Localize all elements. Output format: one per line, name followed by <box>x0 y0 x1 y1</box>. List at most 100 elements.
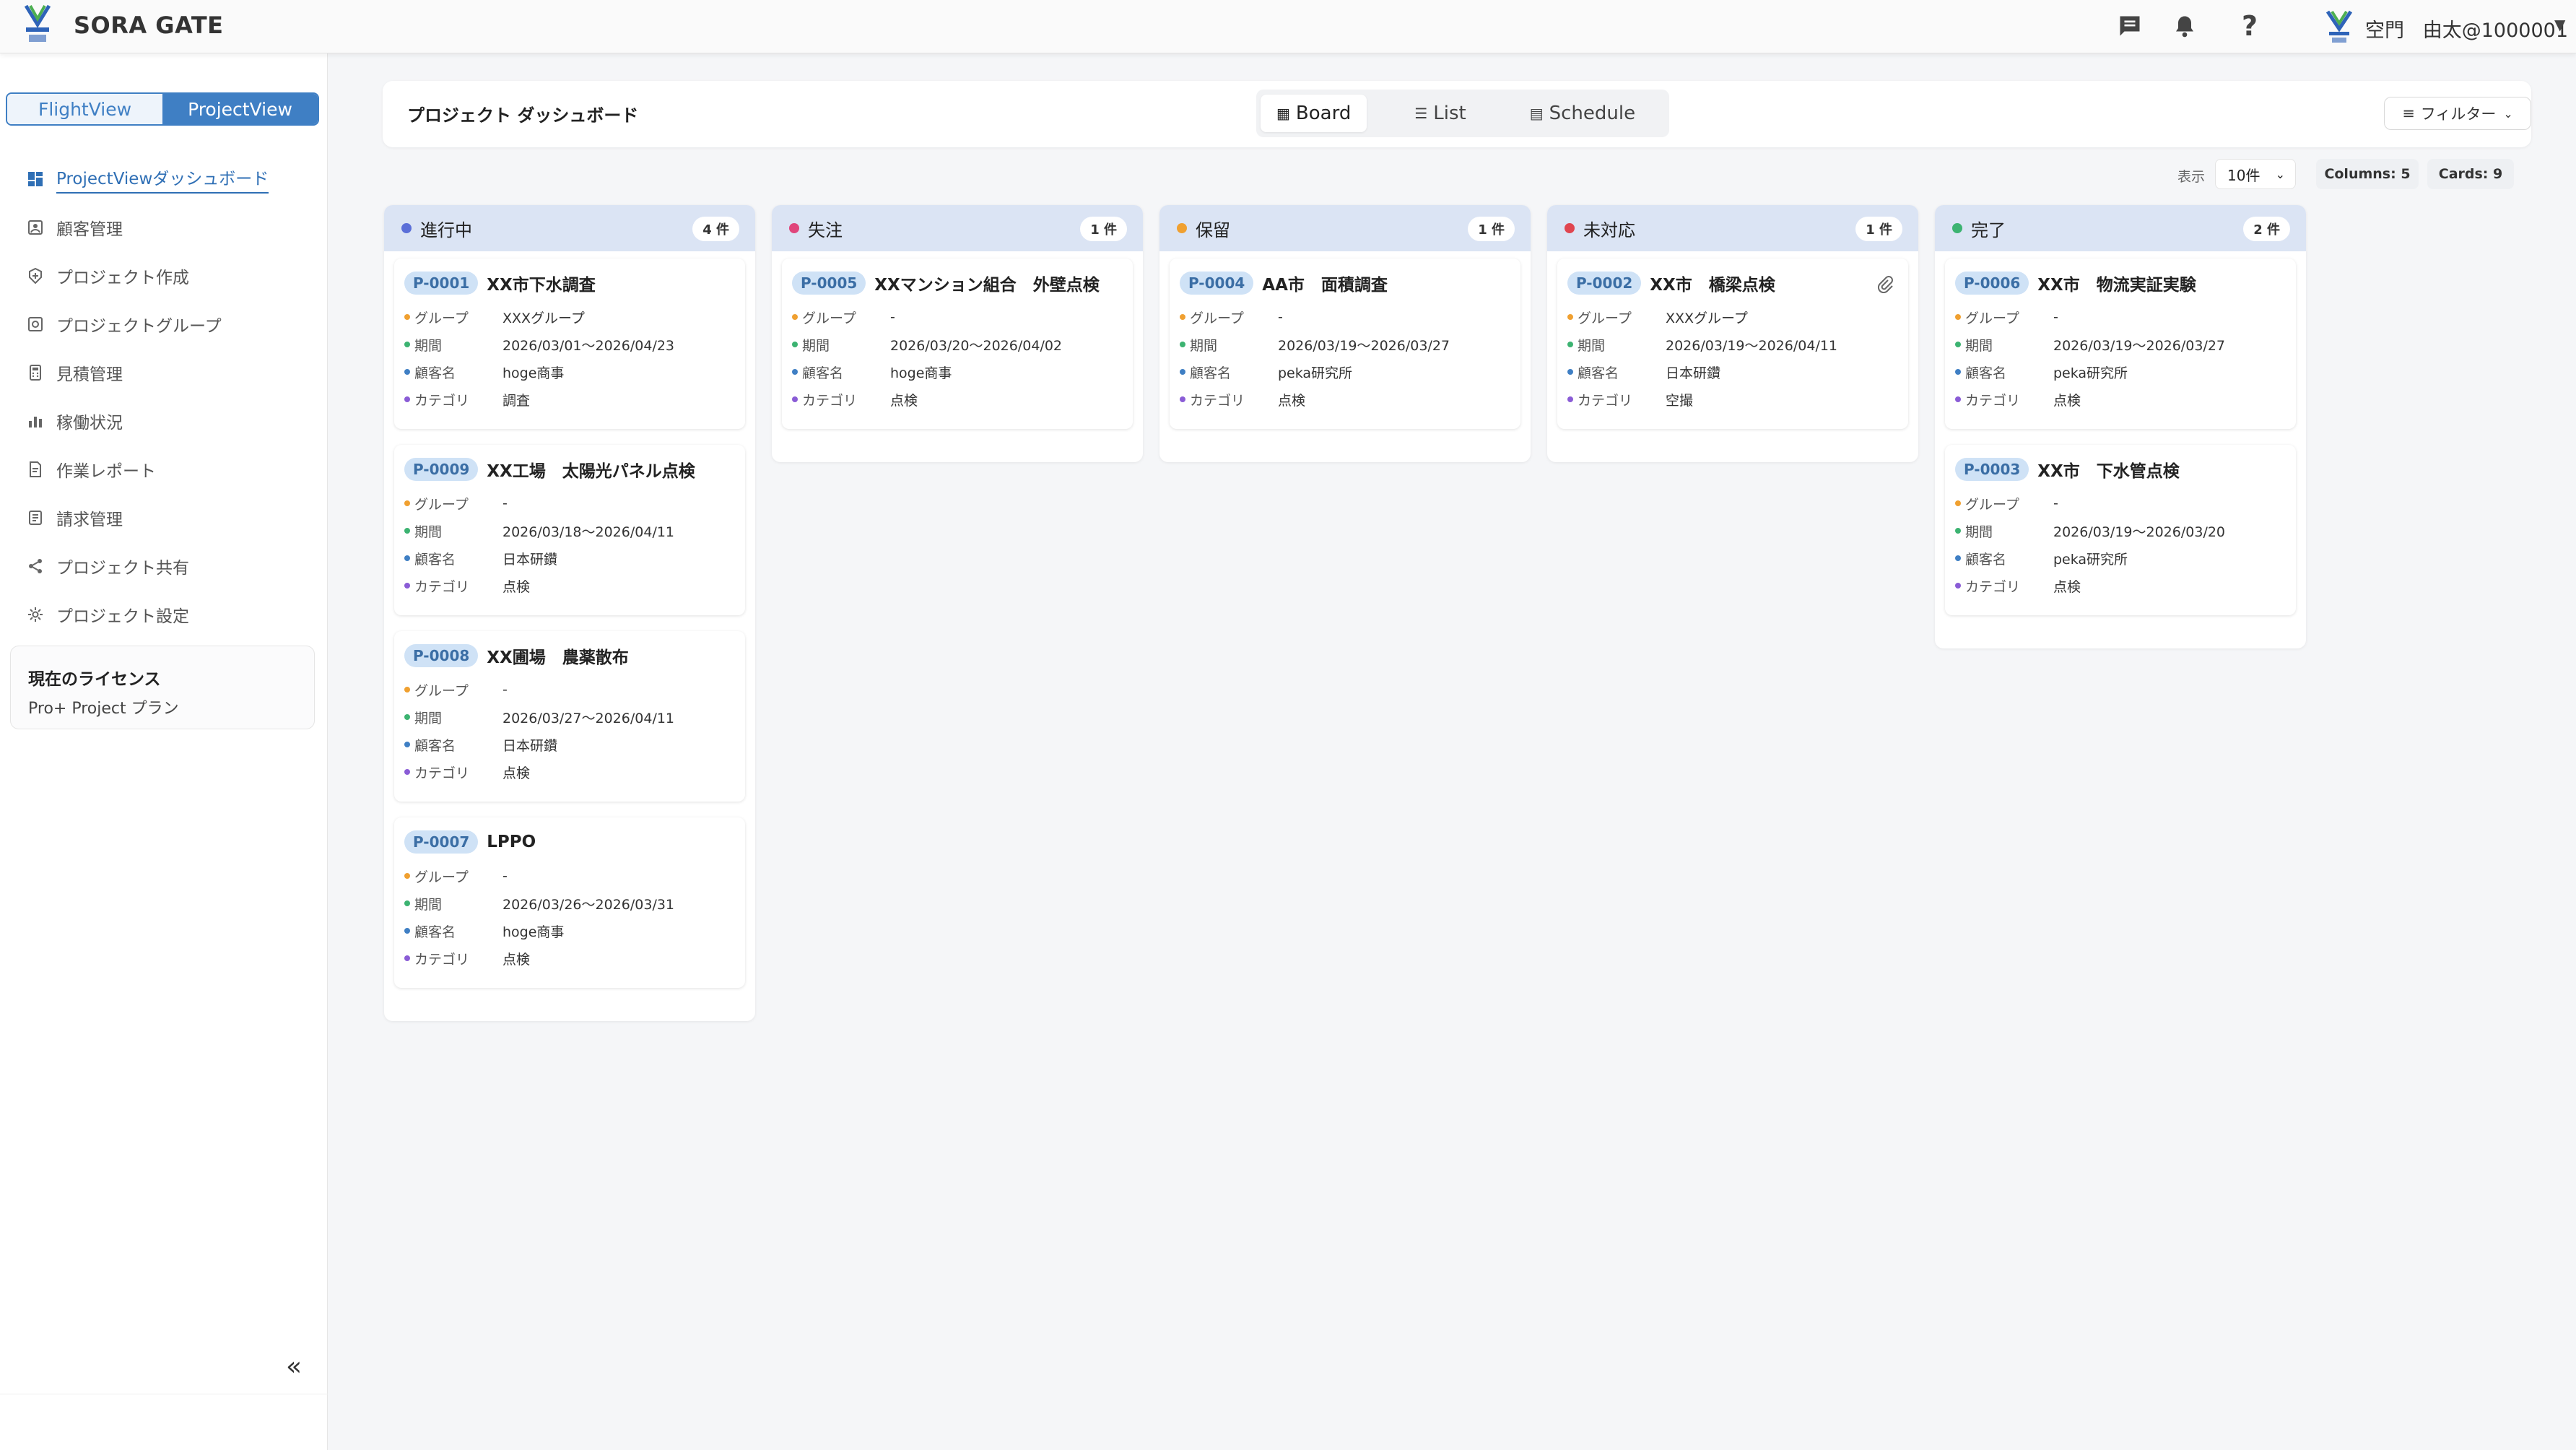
board-column: 未対応 1 件 P-0002 XX市 橋梁点検 グループ XXXグループ 期間 2026/03… <box>1547 205 1918 462</box>
attachment-icon[interactable] <box>1876 276 1894 293</box>
sidebar-item-share[interactable]: プロジェクト共有 <box>26 542 315 590</box>
projectview-toggle[interactable]: ProjectView <box>162 94 318 124</box>
field-value: 日本研鑽 <box>502 551 558 568</box>
bell-icon[interactable] <box>2169 10 2201 42</box>
field-label: グループ <box>1578 310 1632 326</box>
project-card[interactable]: P-0009 XX工場 太陽光パネル点検 グループ - 期間 2026/03/18〜202… <box>394 445 745 615</box>
page-size-value: 10件 <box>2227 166 2260 184</box>
field-dot <box>1955 500 1961 506</box>
field-label: カテゴリ <box>1965 392 2021 409</box>
sidebar-item-estimates[interactable]: 見積管理 <box>26 348 315 396</box>
sidebar-item-label: プロジェクト共有 <box>56 558 189 578</box>
column-header[interactable]: 完了 2 件 <box>1935 205 2306 251</box>
project-card[interactable]: P-0005 XXマンション組合 外壁点検 グループ - 期間 2026/03/20〜20… <box>782 259 1133 429</box>
field-dot <box>792 369 798 375</box>
field-label: 期間 <box>1965 524 1993 540</box>
tab-list[interactable]: ☰ List <box>1398 95 1481 132</box>
sidebar-item-project-group[interactable]: プロジェクトグループ <box>26 300 315 348</box>
tab-schedule[interactable]: ▤ Schedule <box>1514 95 1651 132</box>
field-dot <box>1567 369 1573 375</box>
page-size-select[interactable]: 10件 ⌄ <box>2215 159 2296 189</box>
sidebar-item-work-report[interactable]: 作業レポート <box>26 445 315 493</box>
column-header[interactable]: 保留 1 件 <box>1159 205 1531 251</box>
field-value: XXXグループ <box>1666 310 1748 326</box>
field-dot <box>1955 369 1961 375</box>
field-label: 期間 <box>414 710 443 726</box>
project-card[interactable]: P-0003 XX市 下水管点検 グループ - 期間 2026/03/19〜2026/03… <box>1945 445 2296 615</box>
tab-board[interactable]: ▦ Board <box>1261 95 1367 132</box>
card-field-customer: 顧客名 日本研鑽 <box>1567 358 1900 386</box>
sidebar-item-label: プロジェクトグループ <box>56 316 222 336</box>
filter-button[interactable]: ≡ フィルター ⌄ <box>2384 97 2531 130</box>
field-label: 期間 <box>414 896 443 913</box>
status-dot <box>1565 223 1575 233</box>
help-icon[interactable]: ? <box>2234 10 2266 42</box>
field-value: - <box>502 682 508 698</box>
field-dot <box>404 369 410 375</box>
user-avatar[interactable] <box>2323 9 2355 45</box>
project-card[interactable]: P-0002 XX市 橋梁点検 グループ XXXグループ 期間 2026/03/19〜20… <box>1557 259 1908 429</box>
column-count-badge: 2 件 <box>2243 217 2290 241</box>
field-label: カテゴリ <box>1965 578 2021 595</box>
field-value: 点検 <box>502 578 531 595</box>
sora-gate-logo[interactable] <box>22 3 53 46</box>
field-label: 顧客名 <box>1965 551 2007 568</box>
sidebar-item-label: 見積管理 <box>56 365 123 384</box>
invoice-icon <box>26 508 45 527</box>
card-header: P-0001 XX市下水調査 <box>404 269 736 298</box>
status-dot <box>1952 223 1962 233</box>
column-header[interactable]: 失注 1 件 <box>772 205 1143 251</box>
status-dot <box>789 223 799 233</box>
field-label: 顧客名 <box>414 737 456 754</box>
card-field-period: 期間 2026/03/26〜2026/03/31 <box>404 890 736 917</box>
card-field-period: 期間 2026/03/19〜2026/04/11 <box>1567 331 1900 358</box>
field-value: hoge商事 <box>890 365 952 381</box>
card-list: P-0004 AA市 面積調査 グループ - 期間 2026/03/19〜2026/03/… <box>1159 251 1531 462</box>
caret-down-icon[interactable]: ▼ <box>2554 16 2565 33</box>
sidebar-item-settings[interactable]: プロジェクト設定 <box>26 590 315 638</box>
card-field-customer: 顧客名 hoge商事 <box>404 358 736 386</box>
card-list: P-0005 XXマンション組合 外壁点検 グループ - 期間 2026/03/20〜20… <box>772 251 1143 462</box>
project-name: XX工場 太陽光パネル点検 <box>487 462 695 481</box>
field-value: 点検 <box>2053 392 2081 409</box>
column-count-badge: 1 件 <box>1080 217 1127 241</box>
collapse-sidebar-icon[interactable]: « <box>286 1352 302 1381</box>
field-label: グループ <box>414 682 469 699</box>
column-header[interactable]: 未対応 1 件 <box>1547 205 1918 251</box>
column-title: 完了 <box>1971 220 2006 240</box>
field-value: hoge商事 <box>502 365 565 381</box>
column-header[interactable]: 進行中 4 件 <box>384 205 755 251</box>
field-value: 点検 <box>502 951 531 968</box>
flightview-toggle[interactable]: FlightView <box>7 94 162 124</box>
field-value: 2026/03/20〜2026/04/02 <box>890 337 1063 354</box>
field-label: 期間 <box>1578 337 1606 354</box>
project-card[interactable]: P-0001 XX市下水調査 グループ XXXグループ 期間 2026/03/01〜202… <box>394 259 745 429</box>
project-id-badge: P-0008 <box>404 644 479 667</box>
project-card[interactable]: P-0004 AA市 面積調査 グループ - 期間 2026/03/19〜2026/03/… <box>1170 259 1520 429</box>
card-field-customer: 顧客名 日本研鑽 <box>404 544 736 572</box>
card-list: P-0001 XX市下水調査 グループ XXXグループ 期間 2026/03/01〜202… <box>384 251 755 1021</box>
sidebar-item-dashboard[interactable]: ProjectViewダッシュボード <box>26 155 315 203</box>
project-card[interactable]: P-0006 XX市 物流実証実験 グループ - 期間 2026/03/19〜2026/0… <box>1945 259 2296 429</box>
field-dot <box>1180 369 1185 375</box>
sidebar-item-customers[interactable]: 顧客管理 <box>26 203 315 251</box>
field-label: グループ <box>1965 496 2019 513</box>
project-card[interactable]: P-0007 LPPO グループ - 期間 2026/03/26〜2026/03/31 顧客… <box>394 817 745 988</box>
card-field-group: グループ - <box>1180 303 1512 331</box>
sidebar-item-utilization[interactable]: 稼働状況 <box>26 396 315 445</box>
user-menu[interactable]: 空門 由太@1000001 <box>2365 14 2568 43</box>
project-card[interactable]: P-0008 XX圃場 農薬散布 グループ - 期間 2026/03/27〜2026/04… <box>394 631 745 802</box>
sidebar-item-create-project[interactable]: プロジェクト作成 <box>26 251 315 300</box>
field-dot <box>1567 342 1573 347</box>
share-icon <box>26 557 45 576</box>
message-icon[interactable] <box>2114 10 2146 42</box>
card-header: P-0004 AA市 面積調査 <box>1180 269 1512 298</box>
card-field-period: 期間 2026/03/19〜2026/03/20 <box>1955 517 2287 544</box>
tab-label: List <box>1433 103 1466 124</box>
card-field-category: カテゴリ 調査 <box>404 386 736 413</box>
page-title: プロジェクト ダッシュボード <box>407 105 639 126</box>
project-name: AA市 面積調査 <box>1262 276 1388 295</box>
project-name: XX市 下水管点検 <box>2037 462 2180 481</box>
field-value: 調査 <box>502 392 531 409</box>
sidebar-item-invoices[interactable]: 請求管理 <box>26 493 315 542</box>
